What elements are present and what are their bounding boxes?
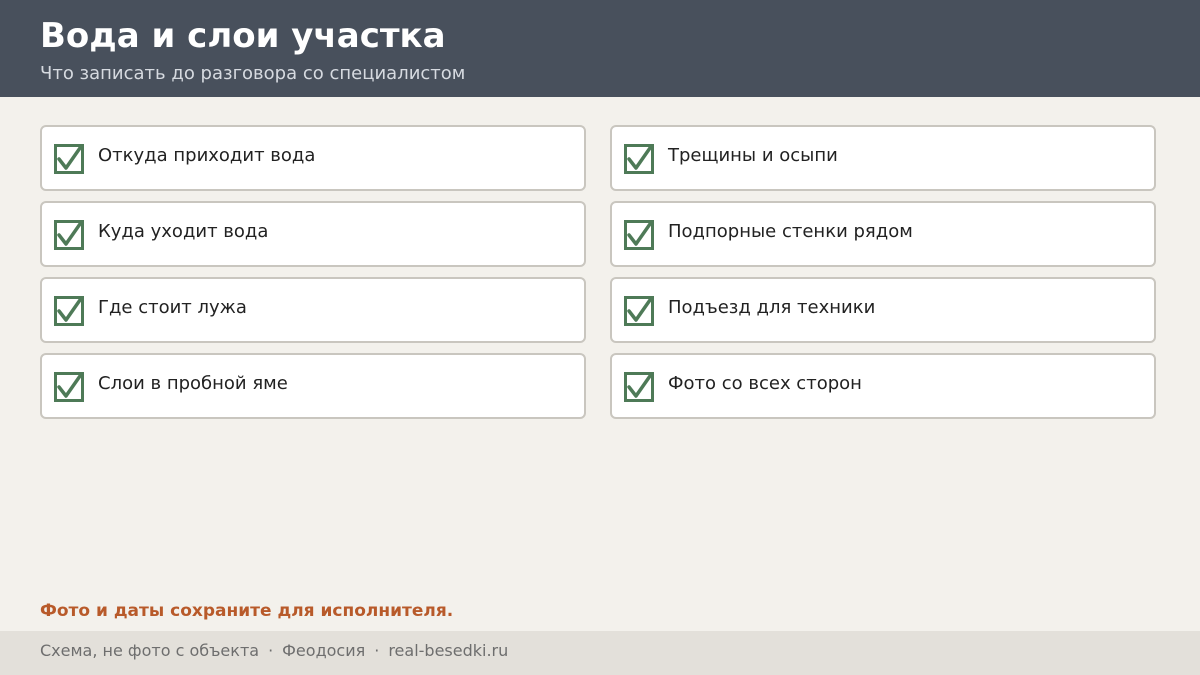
page-title: Вода и слои участка — [40, 16, 446, 56]
checklist-item[interactable]: Подъезд для техники — [610, 277, 1156, 343]
checked-box-icon[interactable] — [624, 144, 654, 174]
footer-separator: · — [268, 641, 274, 660]
checklist-item[interactable]: Где стоит лужа — [40, 277, 586, 343]
checked-box-icon[interactable] — [54, 372, 84, 402]
checklist-item[interactable]: Фото со всех сторон — [610, 353, 1156, 419]
checklist-item[interactable]: Куда уходит вода — [40, 201, 586, 267]
checklist-item-label: Куда уходит вода — [98, 221, 269, 242]
checklist-item-label: Трещины и осыпи — [668, 145, 838, 166]
footer-city: Феодосия — [282, 641, 366, 660]
checked-box-icon[interactable] — [624, 296, 654, 326]
checked-box-icon[interactable] — [54, 220, 84, 250]
checklist-item-label: Где стоит лужа — [98, 297, 247, 318]
checklist-item-label: Откуда приходит вода — [98, 145, 316, 166]
checklist-item-label: Слои в пробной яме — [98, 373, 288, 394]
checklist-item-label: Подъезд для техники — [668, 297, 876, 318]
reminder-note: Фото и даты сохраните для исполнителя. — [40, 601, 454, 621]
checked-box-icon[interactable] — [624, 372, 654, 402]
checklist-item[interactable]: Откуда приходит вода — [40, 125, 586, 191]
checklist-grid: Откуда приходит вода Трещины и осыпи Куд… — [40, 125, 1156, 419]
checklist-item[interactable]: Подпорные стенки рядом — [610, 201, 1156, 267]
checked-box-icon[interactable] — [54, 296, 84, 326]
footer-site-link[interactable]: real-besedki.ru — [388, 641, 508, 660]
footer-disclaimer: Схема, не фото с объекта — [40, 641, 260, 660]
checklist-item[interactable]: Трещины и осыпи — [610, 125, 1156, 191]
footer-separator: · — [374, 641, 380, 660]
checked-box-icon[interactable] — [54, 144, 84, 174]
checklist-item-label: Подпорные стенки рядом — [668, 221, 913, 242]
checklist-item-label: Фото со всех сторон — [668, 373, 862, 394]
footer-line: Схема, не фото с объекта · Феодосия · real-b… — [40, 640, 508, 662]
page-subtitle: Что записать до разговора со специалисто… — [40, 63, 466, 84]
header-banner: Вода и слои участка Что записать до разг… — [0, 0, 1200, 97]
footer-bar: Схема, не фото с объекта · Феодосия · real-b… — [0, 631, 1200, 675]
checked-box-icon[interactable] — [624, 220, 654, 250]
checklist-item[interactable]: Слои в пробной яме — [40, 353, 586, 419]
